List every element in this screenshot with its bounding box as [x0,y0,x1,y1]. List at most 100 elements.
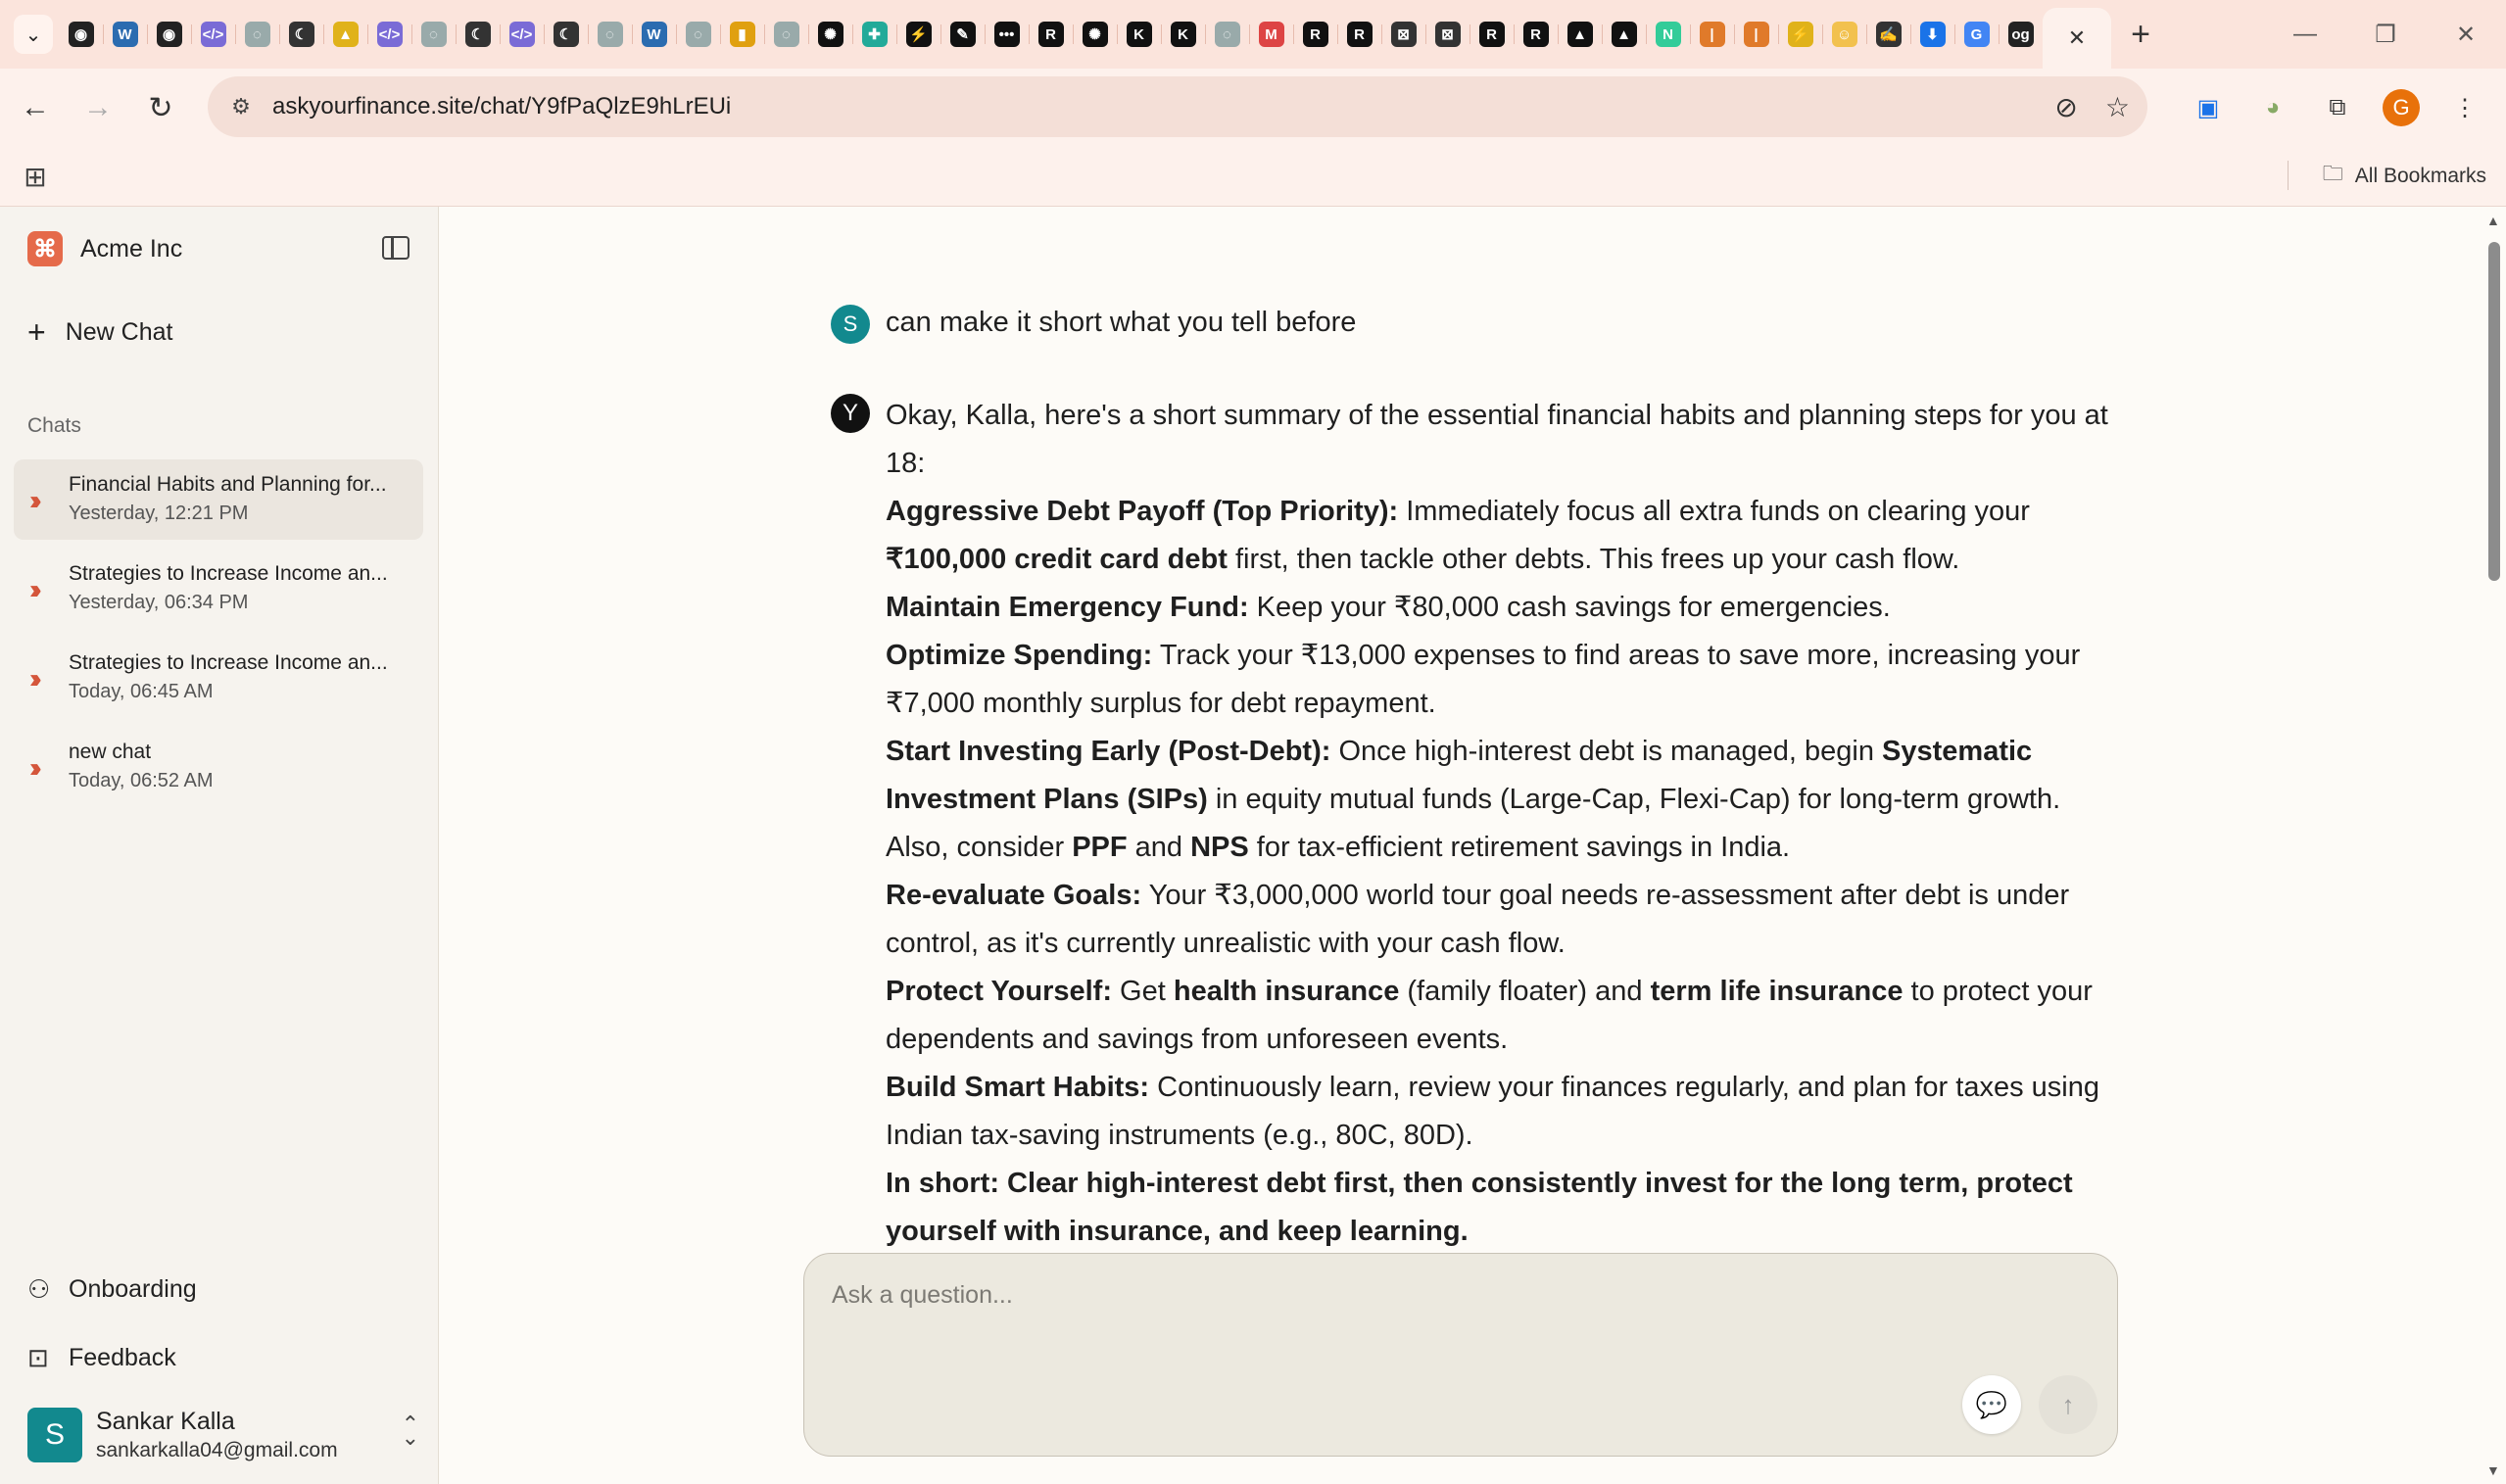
browser-tab[interactable]: ◌ [588,11,632,58]
answer-point: Start Investing Early (Post-Debt): Once … [886,728,2120,872]
browser-tab[interactable]: ▲ [1558,11,1602,58]
browser-tab[interactable]: ◉ [147,11,191,58]
chat-mode-button[interactable]: 💬 [1962,1375,2021,1434]
browser-tab[interactable]: K [1117,11,1161,58]
browser-tab[interactable]: R [1514,11,1558,58]
browser-tab[interactable]: og [1999,11,2043,58]
browser-tab[interactable]: ⊠ [1425,11,1470,58]
back-arrow-icon[interactable]: ← [8,80,63,135]
browser-tab[interactable]: </> [500,11,544,58]
new-chat-button[interactable]: + New Chat [27,316,172,348]
profile-avatar[interactable]: G [2383,89,2420,126]
sidebar-chat-item[interactable]: ›› Strategies to Increase Income an... Yes… [14,549,423,629]
scroll-up-arrow-icon[interactable]: ▲ [2486,213,2500,228]
browser-tab[interactable]: ▲ [1602,11,1646,58]
browser-tab[interactable]: ✎ [940,11,985,58]
browser-tab[interactable]: ▮ [720,11,764,58]
browser-tab[interactable]: ◌ [411,11,456,58]
tab-favicon-icon: R [1037,22,1064,47]
sidebar-chat-item[interactable]: ›› Financial Habits and Planning for... Ye… [14,459,423,540]
brand-name: Acme Inc [80,234,183,263]
browser-tab[interactable]: R [1337,11,1381,58]
browser-tab[interactable]: N [1646,11,1690,58]
browser-tab[interactable]: </> [367,11,411,58]
browser-tab[interactable]: | [1734,11,1778,58]
scroll-down-arrow-icon[interactable]: ▼ [2486,1462,2500,1478]
browser-tab[interactable]: ◌ [676,11,720,58]
new-tab-button[interactable]: + [2121,15,2160,54]
folder-icon: 🗀 [2322,162,2343,185]
browser-tab[interactable]: </> [191,11,235,58]
extension-p-icon[interactable]: ▣ [2189,88,2228,127]
tab-favicon-icon: ◉ [68,22,94,47]
browser-tab[interactable]: ◌ [764,11,808,58]
browser-tab[interactable]: ☺ [1822,11,1866,58]
browser-tab[interactable]: G [1954,11,1999,58]
browser-tab[interactable]: R [1293,11,1337,58]
send-button[interactable]: ↑ [2039,1375,2097,1434]
forward-arrow-icon[interactable]: → [71,80,125,135]
page-scrollbar[interactable]: ▲ ▼ [2482,207,2506,1484]
eye-slash-icon[interactable]: ⊘ [2054,91,2077,123]
answer-point-heading: Re-evaluate Goals: [886,880,1142,911]
tab-search-chevron-icon[interactable]: ⌄ [14,15,53,54]
restore-icon[interactable]: ❐ [2345,0,2426,69]
feedback-link[interactable]: ⊡ Feedback [27,1343,176,1373]
assistant-message: Okay, Kalla, here's a short summary of t… [886,392,2120,1256]
url-text[interactable]: askyourfinance.site/chat/Y9fPaQlzE9hLrEU… [272,93,731,120]
window-close-icon[interactable]: ✕ [2426,0,2506,69]
browser-tab[interactable]: M [1249,11,1293,58]
assistant-logo-icon: Y [831,394,870,433]
apps-grid-icon[interactable]: ⊞ [18,159,53,194]
browser-tab[interactable]: ◉ [59,11,103,58]
sidebar-chat-item[interactable]: ›› Strategies to Increase Income an... Tod… [14,638,423,718]
sidebar-toggle-icon[interactable] [382,236,410,260]
active-tab-close-icon[interactable]: ✕ [2043,8,2111,69]
browser-tab[interactable]: ✚ [852,11,896,58]
all-bookmarks-button[interactable]: 🗀 All Bookmarks [2323,157,2486,196]
onboarding-link[interactable]: ⚇ Onboarding [27,1274,197,1305]
browser-menu-icon[interactable]: ⋮ [2445,88,2484,127]
browser-tab[interactable]: ✺ [1073,11,1117,58]
scrollbar-thumb[interactable] [2488,242,2500,581]
extensions-area: ▣ ◕ ⧉ G ⋮ [2189,69,2506,147]
browser-tab[interactable]: ▲ [323,11,367,58]
browser-tab[interactable]: ⚡ [1778,11,1822,58]
answer-text: Once high-interest debt is managed, begi… [1338,736,1883,767]
browser-tab[interactable]: | [1690,11,1734,58]
tab-favicon-icon: ▮ [729,22,755,47]
browser-tab[interactable]: R [1029,11,1073,58]
browser-tab[interactable]: W [103,11,147,58]
browser-tab[interactable]: ◌ [235,11,279,58]
answer-bold-text: health insurance [1173,976,1400,1007]
chevrons-up-down-icon[interactable]: ⌃ ⌄ [402,1413,419,1449]
browser-tab[interactable]: K [1161,11,1205,58]
browser-tab[interactable]: ☾ [456,11,500,58]
tab-favicon-icon: ✺ [817,22,843,47]
answer-text: first, then tackle other debts. This fre… [1227,544,1960,575]
extension-face-icon[interactable]: ◕ [2253,88,2292,127]
reload-icon[interactable]: ↻ [133,80,188,135]
browser-tab[interactable]: ◌ [1205,11,1249,58]
composer[interactable]: Ask a question... 💬 ↑ [803,1253,2118,1457]
browser-tab[interactable]: ✺ [808,11,852,58]
browser-tab[interactable]: R [1470,11,1514,58]
browser-tab[interactable]: ✍ [1866,11,1910,58]
browser-tab[interactable]: ☾ [544,11,588,58]
extensions-puzzle-icon[interactable]: ⧉ [2318,88,2357,127]
user-menu[interactable]: S Sankar Kalla sankarkalla04@gmail.com ⌃… [27,1404,419,1464]
browser-tab[interactable]: ☾ [279,11,323,58]
question-input[interactable]: Ask a question... [832,1281,1013,1310]
browser-tab[interactable]: ⊠ [1381,11,1425,58]
sidebar-chat-item[interactable]: ›› new chat Today, 06:52 AM [14,727,423,807]
browser-tab[interactable]: W [632,11,676,58]
browser-tab[interactable]: ••• [985,11,1029,58]
bookmark-star-icon[interactable]: ☆ [2105,91,2130,123]
brand[interactable]: ⌘ Acme Inc [27,231,182,266]
address-bar[interactable]: ⚙ askyourfinance.site/chat/Y9fPaQlzE9hLr… [208,76,2147,137]
site-settings-icon[interactable]: ⚙ [221,87,261,126]
tab-favicon-icon: ⬇ [1919,22,1946,47]
browser-tab[interactable]: ⚡ [896,11,940,58]
browser-tab[interactable]: ⬇ [1910,11,1954,58]
minimize-icon[interactable]: — [2265,0,2345,69]
